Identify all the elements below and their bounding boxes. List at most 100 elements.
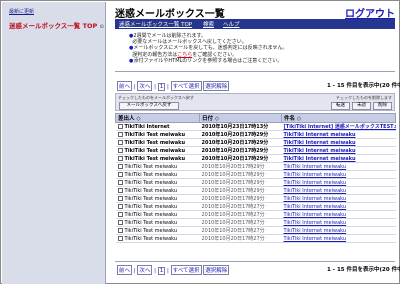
refresh-link[interactable]: 最新に更新 [9,8,34,15]
title-row: 迷惑メールボックス一覧 ログアウト [115,5,395,20]
result-count: 1 - 15 件目を表示中(20 件中) [327,83,400,89]
table-row[interactable]: TikiTiki Test meiwaku 2010年10月20日17時29分 Ti… [115,194,396,203]
table-row[interactable]: TikiTiki Test meiwaku 2010年10月20日17時29分 Ti… [115,178,396,187]
date-cell: 2010年10月20日17時29分 [199,154,282,163]
nav-help-link[interactable]: ヘルプ [223,20,240,28]
subject-link[interactable]: TikiTiki Internet meiwaku [281,162,396,171]
row-checkbox[interactable] [117,171,123,177]
date-cell: 2010年10月20日17時29分 [199,130,282,139]
row-checkbox[interactable] [117,219,123,225]
report-method-link[interactable]: こちら [177,52,192,58]
row-checkbox[interactable] [117,139,123,145]
row-checkbox[interactable] [117,179,123,185]
sender-cell: TikiTiki Test meiwaku [115,202,200,211]
prev-link[interactable]: 前へ [117,81,133,91]
sidebar-top-link[interactable]: 迷惑メールボックス一覧 TOP ⊙ [9,20,104,30]
forward-button[interactable]: 転送 [331,102,350,110]
prev-link[interactable]: 前へ [117,265,133,275]
date-cell: 2010年10月20日17時27分 [199,218,282,227]
row-checkbox[interactable] [117,131,123,137]
sender-cell: TikiTiki Test meiwaku [115,186,200,195]
page-number-link[interactable]: 1 [157,267,166,275]
subject-link[interactable]: TikiTiki Internet meiwaku [281,178,396,187]
table-row[interactable]: TikiTiki Test meiwaku 2010年10月20日17時27分 Ti… [115,234,396,243]
subject-link[interactable]: TikiTiki Internet meiwaku [281,194,396,203]
unread-button[interactable]: 未読 [352,102,371,110]
pager-bottom: 前へ | 次へ | 1 | すべて選択 選択解除 1 - 15 件目を表示中(2… [117,265,400,275]
sender-text: TikiTiki Test meiwaku [124,211,178,218]
page-number-link[interactable]: 1 [157,83,166,91]
subject-link[interactable]: TikiTiki Internet meiwaku [281,210,396,219]
next-link[interactable]: 次へ [137,265,153,275]
column-header-date[interactable]: 日付 ◇ [199,113,282,123]
clear-selection-link[interactable]: 選択解除 [203,81,230,91]
date-cell: 2010年10月20日17時29分 [199,194,282,203]
subject-link[interactable]: TikiTiki Internet meiwaku [281,170,396,179]
table-row[interactable]: TikiTiki Test meiwaku 2010年10月20日17時29分 Ti… [115,146,396,155]
row-checkbox[interactable] [117,195,123,201]
sender-cell: TikiTiki Test meiwaku [115,154,200,163]
table-row[interactable]: TikiTiki Test meiwaku 2010年10月20日17時27分 Ti… [115,226,396,235]
date-cell: 2010年10月20日17時29分 [199,170,282,179]
table-row[interactable]: TikiTiki Internet 2010年10月23日17時13分 [TikiT… [115,122,396,131]
table-row[interactable]: TikiTiki Test meiwaku 2010年10月20日17時29分 Ti… [115,186,396,195]
subject-link[interactable]: TikiTiki Internet meiwaku [281,146,396,155]
column-header-sender[interactable]: 差出人 ◇ [115,113,200,123]
date-cell: 2010年10月20日17時27分 [199,210,282,219]
action-bar: チェックしたものをメールボックスへ戻す チェックしたものを削除します メールボッ… [115,93,395,111]
column-header-subject[interactable]: 件名 ◇ [281,113,396,123]
sender-cell: TikiTiki Internet [115,122,200,131]
table-row[interactable]: TikiTiki Test meiwaku 2010年10月20日17時29分 Ti… [115,162,396,171]
date-cell: 2010年10月20日17時27分 [199,226,282,235]
row-checkbox[interactable] [117,123,123,129]
sender-cell: TikiTiki Test meiwaku [115,234,200,243]
sender-cell: TikiTiki Test meiwaku [115,130,200,139]
row-checkbox[interactable] [117,163,123,169]
divider [115,71,395,72]
return-to-mailbox-button[interactable]: メールボックスへ戻す [119,102,179,110]
sender-text: TikiTiki Test meiwaku [124,163,178,170]
select-all-link[interactable]: すべて選択 [170,265,202,275]
clear-selection-link[interactable]: 選択解除 [203,265,230,275]
sender-cell: TikiTiki Test meiwaku [115,194,200,203]
row-checkbox[interactable] [117,187,123,193]
row-checkbox[interactable] [117,227,123,233]
select-all-link[interactable]: すべて選択 [170,81,202,91]
nav-top-link[interactable]: 迷惑メールボックス一覧 TOP [119,20,192,28]
sender-cell: TikiTiki Test meiwaku [115,178,200,187]
logout-link[interactable]: ログアウト [345,5,395,20]
table-row[interactable]: TikiTiki Test meiwaku 2010年10月20日17時29分 Ti… [115,170,396,179]
subject-link[interactable]: [TikiTiki Internet] 迷惑メールボックスTESTメール [281,122,396,131]
row-checkbox[interactable] [117,211,123,217]
row-checkbox[interactable] [117,203,123,209]
next-link[interactable]: 次へ [137,81,153,91]
sidebar: 最新に更新 迷惑メールボックス一覧 TOP ⊙ [2,2,106,284]
sender-cell: TikiTiki Test meiwaku [115,226,200,235]
date-cell: 2010年10月20日17時29分 [199,178,282,187]
row-checkbox[interactable] [117,235,123,241]
divider [115,261,395,262]
table-row[interactable]: TikiTiki Test meiwaku 2010年10月20日17時29分 Ti… [115,138,396,147]
subject-link[interactable]: TikiTiki Internet meiwaku [281,226,396,235]
sender-cell: TikiTiki Test meiwaku [115,170,200,179]
subject-link[interactable]: TikiTiki Internet meiwaku [281,218,396,227]
table-header-row: 差出人 ◇ 日付 ◇ 件名 ◇ [115,113,396,123]
table-row[interactable]: TikiTiki Test meiwaku 2010年10月20日17時27分 Ti… [115,210,396,219]
table-row[interactable]: TikiTiki Test meiwaku 2010年10月20日17時27分 Ti… [115,202,396,211]
row-checkbox[interactable] [117,155,123,161]
subject-link[interactable]: TikiTiki Internet meiwaku [281,186,396,195]
sender-cell: TikiTiki Test meiwaku [115,138,200,147]
table-row[interactable]: TikiTiki Test meiwaku 2010年10月20日17時29分 Ti… [115,130,396,139]
nav-search-link[interactable]: 検索 [203,20,214,28]
subject-link[interactable]: TikiTiki Internet meiwaku [281,138,396,147]
row-checkbox[interactable] [117,147,123,153]
table-row[interactable]: TikiTiki Test meiwaku 2010年10月20日17時27分 Ti… [115,218,396,227]
sender-text: TikiTiki Test meiwaku [124,227,178,234]
subject-link[interactable]: TikiTiki Internet meiwaku [281,154,396,163]
subject-link[interactable]: TikiTiki Internet meiwaku [281,130,396,139]
delete-button[interactable]: 削除 [373,102,392,110]
table-row[interactable]: TikiTiki Test meiwaku 2010年10月20日17時29分 Ti… [115,154,396,163]
subject-link[interactable]: TikiTiki Internet meiwaku [281,234,396,243]
subject-link[interactable]: TikiTiki Internet meiwaku [281,202,396,211]
main-panel: 迷惑メールボックス一覧 ログアウト 迷惑メールボックス一覧 TOP 検索 ヘルプ… [109,3,400,283]
